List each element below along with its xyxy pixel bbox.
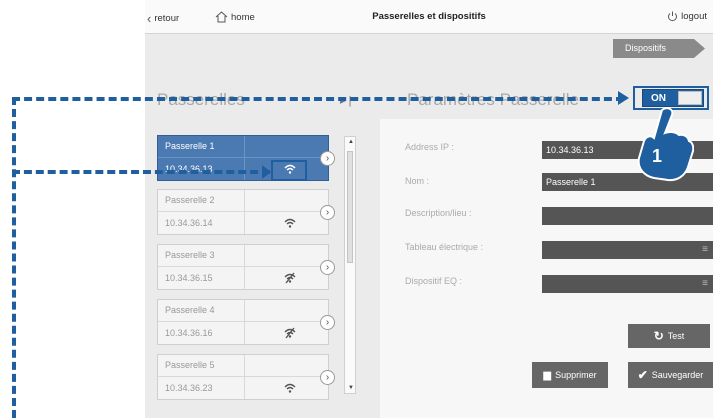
power-icon [668, 11, 678, 22]
trash-icon: ▆ [543, 369, 552, 381]
logout-button[interactable]: logout [667, 11, 707, 22]
app-window: ‹ retour home Passerelles et dispositifs… [145, 0, 713, 418]
gateway-ip: 10.34.36.16 [165, 328, 213, 338]
wifi-icon [284, 383, 296, 393]
card-divider [244, 300, 245, 344]
wifi-off-icon [284, 327, 296, 339]
gateway-name: Passerelle 2 [165, 195, 215, 205]
gateway-card-4[interactable]: Passerelle 4 10.34.36.16 [157, 299, 329, 345]
refresh-icon: ↻ [653, 329, 664, 343]
gateway-name: Passerelle 3 [165, 250, 215, 260]
page-title: Passerelles et dispositifs [372, 11, 486, 22]
tap-hand-icon: 1 [637, 107, 694, 182]
annotation-arrow-icon [262, 165, 271, 179]
device-eq-label: Dispositif EQ : [405, 276, 463, 286]
gateway-5-open-button[interactable]: › [320, 370, 335, 385]
gateway-3-open-button[interactable]: › [320, 260, 335, 275]
card-divider [158, 376, 328, 377]
wifi-off-icon [284, 272, 296, 284]
gateway-1-open-button[interactable]: › [320, 151, 335, 166]
annotation-highlight-box [271, 160, 307, 181]
electrical-panel-label: Tableau électrique : [405, 242, 484, 252]
annotation-dashed-line [12, 170, 270, 174]
gateway-4-open-button[interactable]: › [320, 315, 335, 330]
scroll-up-icon[interactable]: ▲ [348, 139, 354, 145]
gateway-list: Passerelle 1 10.34.36.13 › Passerelle 2 … [157, 135, 354, 418]
gateway-card-2[interactable]: Passerelle 2 10.34.36.14 [157, 189, 329, 235]
annotation-dashed-line [12, 97, 624, 101]
gateway-name: Passerelle 4 [165, 305, 215, 315]
save-button[interactable]: ✔ Sauvegarder [628, 362, 713, 388]
check-icon: ✔ [637, 368, 648, 382]
card-divider [244, 190, 245, 234]
gateway-ip: 10.34.36.14 [165, 218, 213, 228]
test-label: Test [667, 331, 685, 341]
save-label: Sauvegarder [651, 370, 704, 380]
menu-icon: ≡ [702, 278, 708, 289]
gateway-card-3[interactable]: Passerelle 3 10.34.36.15 [157, 244, 329, 290]
gateway-2-open-button[interactable]: › [320, 205, 335, 220]
gateway-ip: 10.34.36.23 [165, 383, 213, 393]
description-label: Description/lieu : [405, 208, 472, 218]
card-divider [158, 157, 328, 158]
gateway-ip: 10.34.36.15 [165, 273, 213, 283]
name-label: Nom : [405, 176, 430, 186]
card-divider [244, 355, 245, 399]
wifi-icon [284, 218, 296, 228]
test-button[interactable]: ↻ Test [628, 324, 710, 348]
electrical-panel-select[interactable]: ≡ [542, 241, 713, 259]
card-divider [158, 266, 328, 267]
dispositifs-button[interactable]: Dispositifs [613, 39, 705, 58]
description-field[interactable] [542, 207, 713, 225]
screenshot-stage: ‹ retour home Passerelles et dispositifs… [0, 0, 713, 418]
annotation-dashed-line [12, 97, 16, 418]
card-divider [158, 211, 328, 212]
card-divider [158, 321, 328, 322]
delete-button[interactable]: ▆ Supprimer [532, 362, 608, 388]
step-number: 1 [652, 146, 662, 166]
scroll-down-icon[interactable]: ▼ [348, 385, 354, 391]
top-bar: ‹ retour home Passerelles et dispositifs… [145, 0, 713, 34]
card-divider [244, 245, 245, 289]
device-eq-select[interactable]: ≡ [542, 275, 713, 293]
scroll-thumb[interactable] [347, 151, 353, 263]
gateway-name: Passerelle 1 [165, 141, 215, 151]
gateway-card-5[interactable]: Passerelle 5 10.34.36.23 [157, 354, 329, 400]
logout-label: logout [681, 11, 707, 22]
delete-label: Supprimer [555, 370, 597, 380]
menu-icon: ≡ [702, 244, 708, 255]
gateway-list-scrollbar[interactable]: ▲ ▼ [344, 136, 356, 394]
gateway-name: Passerelle 5 [165, 360, 215, 370]
annotation-arrow-icon [618, 91, 629, 105]
ip-label: Address IP : [405, 142, 454, 152]
